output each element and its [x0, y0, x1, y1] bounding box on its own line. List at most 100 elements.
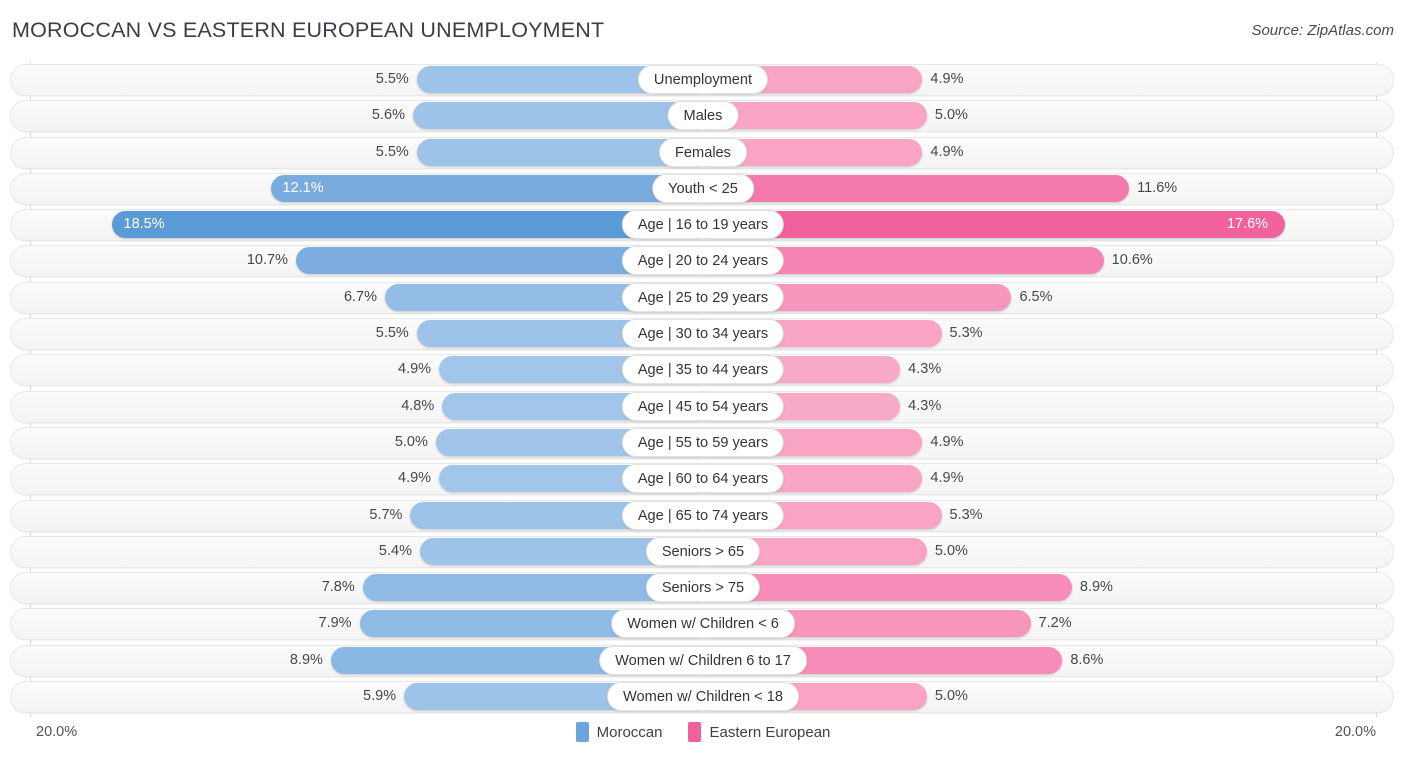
chart-row: 7.9% 7.2% Women w/ Children < 6 — [0, 606, 1406, 642]
value-label-moroccan: 4.9% — [398, 470, 432, 487]
row-bars: 12.1% 11.6% Youth < 25 — [0, 173, 1406, 203]
value-label-eastern-european: 10.6% — [1111, 252, 1153, 269]
chart-row: 5.4% 5.0% Seniors > 65 — [0, 534, 1406, 570]
value-label-eastern-european: 5.0% — [934, 107, 968, 124]
chart-row: 5.5% 4.9% Unemployment — [0, 62, 1406, 98]
chart-row: 7.8% 8.9% Seniors > 75 — [0, 570, 1406, 606]
chart-row: 12.1% 11.6% Youth < 25 — [0, 171, 1406, 207]
value-label-eastern-european: 4.3% — [908, 361, 942, 378]
category-label-pill: Females — [659, 137, 747, 167]
row-bars: 7.9% 7.2% Women w/ Children < 6 — [0, 609, 1406, 639]
value-label-eastern-european: 5.0% — [934, 688, 968, 705]
bar-moroccan[interactable] — [412, 102, 703, 130]
bar-eastern-european[interactable] — [703, 174, 1130, 202]
value-label-moroccan: 4.9% — [398, 361, 432, 378]
row-bars: 5.9% 5.0% Women w/ Children < 18 — [0, 682, 1406, 712]
legend-item: Eastern European — [688, 722, 830, 742]
row-bars: 4.9% 4.3% Age | 35 to 44 years — [0, 355, 1406, 385]
row-bars: 5.5% 4.9% Females — [0, 137, 1406, 167]
value-label-eastern-european: 7.2% — [1038, 615, 1072, 632]
category-label-pill: Age | 60 to 64 years — [621, 464, 785, 494]
row-bars: 5.7% 5.3% Age | 65 to 74 years — [0, 500, 1406, 530]
bar-moroccan[interactable] — [270, 174, 703, 202]
legend-label: Moroccan — [596, 723, 663, 741]
value-label-eastern-european: 5.3% — [949, 506, 983, 523]
chart-row: 8.9% 8.6% Women w/ Children 6 to 17 — [0, 643, 1406, 679]
chart-row: 10.7% 10.6% Age | 20 to 24 years — [0, 243, 1406, 279]
value-label-eastern-european: 4.9% — [930, 470, 964, 487]
value-label-moroccan: 7.8% — [321, 579, 355, 596]
value-label-eastern-european: 5.0% — [934, 542, 968, 559]
chart-row: 5.5% 5.3% Age | 30 to 34 years — [0, 316, 1406, 352]
chart-row: 4.9% 4.9% Age | 60 to 64 years — [0, 461, 1406, 497]
chart-row: 5.9% 5.0% Women w/ Children < 18 — [0, 679, 1406, 715]
page-title: MOROCCAN VS EASTERN EUROPEAN UNEMPLOYMEN… — [12, 18, 605, 42]
category-label-pill: Age | 45 to 54 years — [621, 391, 785, 421]
bar-eastern-european[interactable] — [703, 211, 1285, 239]
chart-row: 4.8% 4.3% Age | 45 to 54 years — [0, 389, 1406, 425]
chart-row: 5.0% 4.9% Age | 55 to 59 years — [0, 425, 1406, 461]
value-label-moroccan: 5.5% — [375, 325, 409, 342]
value-label-moroccan: 12.1% — [282, 179, 324, 196]
value-label-eastern-european: 6.5% — [1019, 288, 1053, 305]
row-bars: 7.8% 8.9% Seniors > 75 — [0, 573, 1406, 603]
category-label-pill: Age | 35 to 44 years — [621, 355, 785, 385]
chart-page: MOROCCAN VS EASTERN EUROPEAN UNEMPLOYMEN… — [0, 0, 1406, 757]
value-label-moroccan: 5.7% — [369, 506, 403, 523]
category-label-pill: Women w/ Children < 18 — [607, 682, 799, 712]
value-label-moroccan: 4.8% — [401, 397, 435, 414]
category-label-pill: Seniors > 65 — [645, 536, 761, 566]
row-bars: 5.0% 4.9% Age | 55 to 59 years — [0, 427, 1406, 457]
category-label-pill: Age | 25 to 29 years — [621, 282, 785, 312]
row-bars: 5.6% 5.0% Males — [0, 101, 1406, 131]
value-label-moroccan: 6.7% — [343, 288, 377, 305]
source-attribution: Source: ZipAtlas.com — [1251, 22, 1394, 39]
category-label-pill: Women w/ Children 6 to 17 — [599, 645, 807, 675]
value-label-eastern-european: 8.6% — [1070, 651, 1104, 668]
category-label-pill: Women w/ Children < 6 — [611, 609, 795, 639]
legend-label: Eastern European — [709, 723, 831, 741]
chart-row: 18.5% 17.6% Age | 16 to 19 years — [0, 207, 1406, 243]
category-label-pill: Unemployment — [637, 65, 769, 94]
value-label-moroccan: 8.9% — [289, 651, 323, 668]
legend-item: Moroccan — [575, 722, 663, 742]
value-label-moroccan: 5.9% — [363, 688, 397, 705]
value-label-eastern-european: 4.3% — [908, 397, 942, 414]
value-label-moroccan: 5.5% — [375, 71, 409, 87]
value-label-moroccan: 10.7% — [246, 252, 288, 269]
category-label-pill: Age | 20 to 24 years — [621, 246, 785, 276]
chart-rows: 5.5% 4.9% Unemployment 5.6% 5.0% Males 5.5% 4.9… — [0, 62, 1406, 715]
legend-swatch-icon — [688, 722, 702, 742]
value-label-moroccan: 7.9% — [318, 615, 352, 632]
category-label-pill: Males — [667, 101, 739, 131]
row-bars: 10.7% 10.6% Age | 20 to 24 years — [0, 246, 1406, 276]
category-label-pill: Age | 55 to 59 years — [621, 427, 785, 457]
category-label-pill: Seniors > 75 — [645, 573, 761, 603]
chart-row: 5.6% 5.0% Males — [0, 98, 1406, 134]
chart-footer: 20.0% 20.0% Moroccan Eastern European — [0, 718, 1406, 757]
chart-plot-area: 5.5% 4.9% Unemployment 5.6% 5.0% Males 5.5% 4.9… — [0, 62, 1406, 717]
value-label-eastern-european: 8.9% — [1079, 579, 1113, 596]
value-label-moroccan: 5.4% — [378, 542, 412, 559]
value-label-moroccan: 5.0% — [394, 433, 428, 450]
row-bars: 4.8% 4.3% Age | 45 to 54 years — [0, 391, 1406, 421]
row-bars: 5.4% 5.0% Seniors > 65 — [0, 536, 1406, 566]
row-bars: 6.7% 6.5% Age | 25 to 29 years — [0, 282, 1406, 312]
bar-moroccan[interactable] — [111, 211, 703, 239]
chart-row: 4.9% 4.3% Age | 35 to 44 years — [0, 352, 1406, 388]
row-bars: 8.9% 8.6% Women w/ Children 6 to 17 — [0, 645, 1406, 675]
chart-row: 5.7% 5.3% Age | 65 to 74 years — [0, 498, 1406, 534]
row-bars: 5.5% 4.9% Unemployment — [0, 65, 1406, 94]
row-bars: 18.5% 17.6% Age | 16 to 19 years — [0, 210, 1406, 240]
chart-row: 6.7% 6.5% Age | 25 to 29 years — [0, 280, 1406, 316]
value-label-eastern-european: 4.9% — [930, 143, 964, 160]
value-label-eastern-european: 11.6% — [1137, 179, 1178, 196]
legend-swatch-icon — [575, 722, 589, 742]
chart-legend: Moroccan Eastern European — [0, 722, 1406, 742]
category-label-pill: Youth < 25 — [652, 173, 754, 203]
value-label-moroccan: 18.5% — [123, 216, 165, 233]
value-label-eastern-european: 4.9% — [930, 71, 964, 87]
category-label-pill: Age | 65 to 74 years — [621, 500, 785, 530]
row-bars: 5.5% 5.3% Age | 30 to 34 years — [0, 319, 1406, 349]
category-label-pill: Age | 30 to 34 years — [621, 319, 785, 349]
